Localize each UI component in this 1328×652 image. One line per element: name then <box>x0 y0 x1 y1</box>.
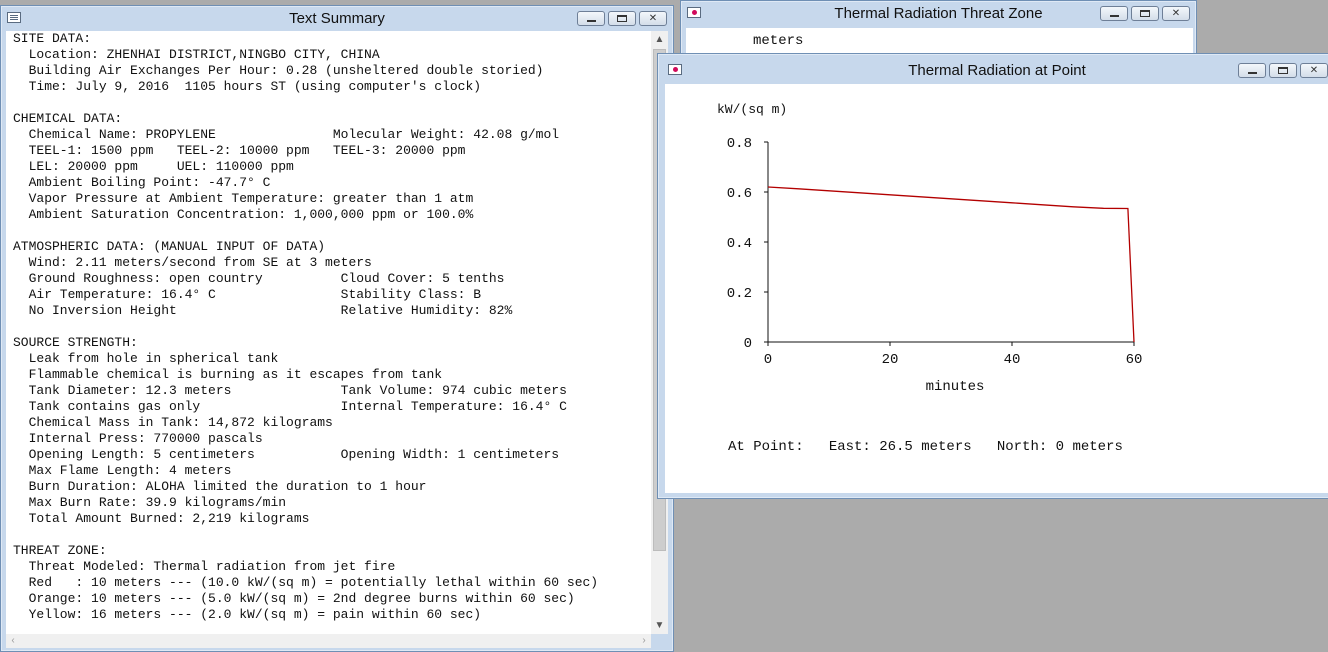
x-tick-label: 0 <box>764 352 772 368</box>
close-button[interactable] <box>1300 63 1328 78</box>
maximize-button[interactable] <box>608 11 636 26</box>
summary-line: Chemical Name: PROPYLENE Molecular Weigh… <box>13 127 560 142</box>
summary-text: SITE DATA: Location: ZHENHAI DISTRICT,NI… <box>13 31 598 623</box>
y-tick-label: 0.8 <box>727 136 752 152</box>
summary-line: Max Flame Length: 4 meters <box>13 463 232 478</box>
horizontal-scrollbar[interactable]: ‹ › <box>6 634 651 648</box>
threat-zone-unit-label: meters <box>753 33 804 49</box>
summary-line: Leak from hole in spherical tank <box>13 351 279 366</box>
summary-line: Internal Press: 770000 pascals <box>13 431 263 446</box>
y-tick-label: 0.6 <box>727 186 752 202</box>
y-tick-label: 0.2 <box>727 286 752 302</box>
radiation-at-point-window[interactable]: Thermal Radiation at Point kW/(sq m) 0 0.… <box>657 53 1328 499</box>
summary-line: Tank contains gas only Internal Temperat… <box>13 399 567 414</box>
summary-line: Time: July 9, 2016 1105 hours ST (using … <box>13 79 482 94</box>
x-axis-label: minutes <box>926 379 985 395</box>
summary-line: SITE DATA: <box>13 31 92 46</box>
summary-line: Wind: 2.11 meters/second from SE at 3 me… <box>13 255 372 270</box>
threat-zone-window[interactable]: Thermal Radiation Threat Zone meters <box>680 0 1197 57</box>
minimize-button[interactable] <box>1100 6 1128 21</box>
radiation-line-chart: 0 0.2 0.4 0.6 0.8 0 20 40 60 minutes <box>727 136 1143 395</box>
scroll-up-icon[interactable]: ▲ <box>651 31 668 48</box>
x-tick-label: 20 <box>882 352 899 368</box>
text-summary-window[interactable]: Text Summary SITE DATA: Location: ZHENHA… <box>0 5 674 652</box>
maximize-button[interactable] <box>1131 6 1159 21</box>
maximize-button[interactable] <box>1269 63 1297 78</box>
summary-line: LEL: 20000 ppm UEL: 110000 ppm <box>13 159 294 174</box>
close-button[interactable] <box>639 11 667 26</box>
radiation-at-point-titlebar[interactable]: Thermal Radiation at Point <box>658 54 1328 80</box>
radiation-series-line <box>767 186 1135 343</box>
minimize-button[interactable] <box>1238 63 1266 78</box>
summary-line: THREAT ZONE: <box>13 543 107 558</box>
summary-line: Orange: 10 meters --- (5.0 kW/(sq m) = 2… <box>13 591 575 606</box>
minimize-button[interactable] <box>577 11 605 26</box>
summary-line: Threat Modeled: Thermal radiation from j… <box>13 559 396 574</box>
summary-line: No Inversion Height Relative Humidity: 8… <box>13 303 513 318</box>
summary-line: Max Burn Rate: 39.9 kilograms/min <box>13 495 287 510</box>
summary-line: Building Air Exchanges Per Hour: 0.28 (u… <box>13 63 544 78</box>
y-tick-label: 0.4 <box>727 236 752 252</box>
point-coordinates-readout: At Point: East: 26.5 meters North: 0 met… <box>728 439 1123 455</box>
text-summary-content: SITE DATA: Location: ZHENHAI DISTRICT,NI… <box>6 31 651 634</box>
summary-line: Chemical Mass in Tank: 14,872 kilograms <box>13 415 333 430</box>
summary-line: Opening Length: 5 centimeters Opening Wi… <box>13 447 560 462</box>
summary-line: Total Amount Burned: 2,219 kilograms <box>13 511 310 526</box>
scroll-left-icon[interactable]: ‹ <box>6 634 20 648</box>
summary-line: Vapor Pressure at Ambient Temperature: g… <box>13 191 474 206</box>
summary-line: Ambient Saturation Concentration: 1,000,… <box>13 207 474 222</box>
summary-line: CHEMICAL DATA: <box>13 111 123 126</box>
window-title: Text Summary <box>289 10 385 27</box>
summary-line: Ambient Boiling Point: -47.7° C <box>13 175 271 190</box>
summary-line: Burn Duration: ALOHA limited the duratio… <box>13 479 427 494</box>
y-tick-label: 0 <box>744 336 752 352</box>
threat-zone-titlebar[interactable]: Thermal Radiation Threat Zone <box>681 1 1196 27</box>
radiation-chart-area: kW/(sq m) 0 0.2 0.4 0.6 0.8 0 20 40 60 minutes At… <box>665 84 1328 493</box>
summary-line: Yellow: 16 meters --- (2.0 kW/(sq m) = p… <box>13 607 482 622</box>
window-title: Thermal Radiation at Point <box>908 62 1086 79</box>
scroll-down-icon[interactable]: ▼ <box>651 617 668 634</box>
x-tick-label: 40 <box>1004 352 1021 368</box>
scroll-right-icon[interactable]: › <box>637 634 651 648</box>
text-summary-titlebar[interactable]: Text Summary <box>1 6 673 32</box>
summary-line: Location: ZHENHAI DISTRICT,NINGBO CITY, … <box>13 47 380 62</box>
summary-line: Air Temperature: 16.4° C Stability Class… <box>13 287 482 302</box>
summary-line: Flammable chemical is burning as it esca… <box>13 367 443 382</box>
summary-line: TEEL-1: 1500 ppm TEEL-2: 10000 ppm TEEL-… <box>13 143 466 158</box>
summary-line: Red : 10 meters --- (10.0 kW/(sq m) = po… <box>13 575 599 590</box>
summary-line: Tank Diameter: 12.3 meters Tank Volume: … <box>13 383 567 398</box>
close-button[interactable] <box>1162 6 1190 21</box>
summary-line: Ground Roughness: open country Cloud Cov… <box>13 271 505 286</box>
summary-line: SOURCE STRENGTH: <box>13 335 138 350</box>
x-tick-label: 60 <box>1126 352 1143 368</box>
summary-line: ATMOSPHERIC DATA: (MANUAL INPUT OF DATA) <box>13 239 326 254</box>
